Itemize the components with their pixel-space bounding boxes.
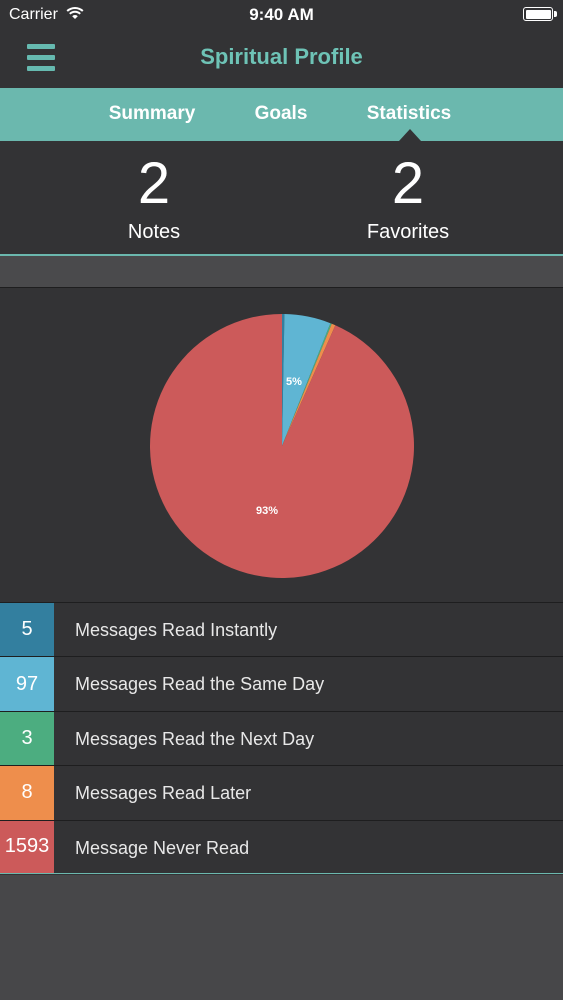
- counts-section: 2 Notes 2 Favorites: [0, 141, 563, 255]
- legend-count-never: 1593: [0, 820, 54, 873]
- tab-statistics[interactable]: Statistics: [350, 103, 468, 125]
- tab-summary[interactable]: Summary: [92, 103, 212, 125]
- active-tab-indicator: [399, 129, 421, 141]
- notes-count-value: 2: [137, 151, 171, 216]
- legend-label-instantly: Messages Read Instantly: [75, 620, 278, 640]
- pie-chart: 5% 93%: [150, 314, 415, 578]
- statistics-legend-list: 5 Messages Read Instantly 97 Messages Re…: [0, 602, 563, 874]
- legend-row-read-later[interactable]: 8 Messages Read Later: [0, 765, 563, 820]
- legend-row-never-read[interactable]: 1593 Message Never Read: [0, 819, 563, 874]
- favorites-count-label: Favorites: [366, 221, 450, 243]
- status-time: 9:40 AM: [249, 5, 314, 24]
- legend-row-read-same-day[interactable]: 97 Messages Read the Same Day: [0, 656, 563, 711]
- battery-full-icon: [523, 7, 557, 21]
- legend-count-next-day: 3: [0, 711, 54, 766]
- page-title: Spiritual Profile: [200, 44, 363, 69]
- pie-label-same-day: 5%: [286, 376, 302, 388]
- legend-label-same-day: Messages Read the Same Day: [75, 674, 325, 695]
- legend-count-instantly: 5: [0, 603, 54, 657]
- legend-label-later: Messages Read Later: [75, 783, 252, 804]
- segmented-tab-bar: Summary Goals Statistics: [0, 88, 563, 141]
- navigation-bar: Spiritual Profile: [0, 30, 563, 88]
- pie-label-never: 93%: [256, 505, 278, 517]
- empty-footer-area: [0, 875, 563, 1000]
- legend-label-never: Message Never Read: [75, 837, 250, 858]
- section-spacer: [0, 256, 563, 288]
- notes-count-label: Notes: [127, 221, 181, 243]
- favorites-count[interactable]: 2 Favorites: [308, 153, 508, 244]
- legend-row-read-next-day[interactable]: 3 Messages Read the Next Day: [0, 710, 563, 766]
- pie-chart-area: 5% 93%: [0, 290, 563, 602]
- legend-count-same-day: 97: [0, 657, 54, 711]
- legend-label-next-day: Messages Read the Next Day: [75, 728, 315, 749]
- legend-row-read-instantly[interactable]: 5 Messages Read Instantly: [0, 602, 563, 657]
- status-bar: Carrier 9:40 AM: [0, 0, 563, 30]
- tab-goals[interactable]: Goals: [238, 103, 324, 125]
- legend-count-later: 8: [0, 766, 54, 820]
- favorites-count-value: 2: [391, 151, 425, 216]
- notes-count[interactable]: 2 Notes: [54, 153, 254, 244]
